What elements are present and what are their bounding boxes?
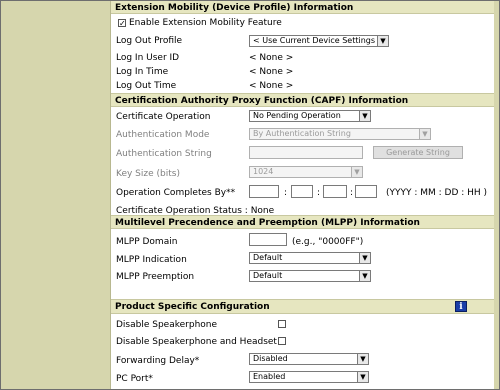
window-frame [0,0,500,390]
